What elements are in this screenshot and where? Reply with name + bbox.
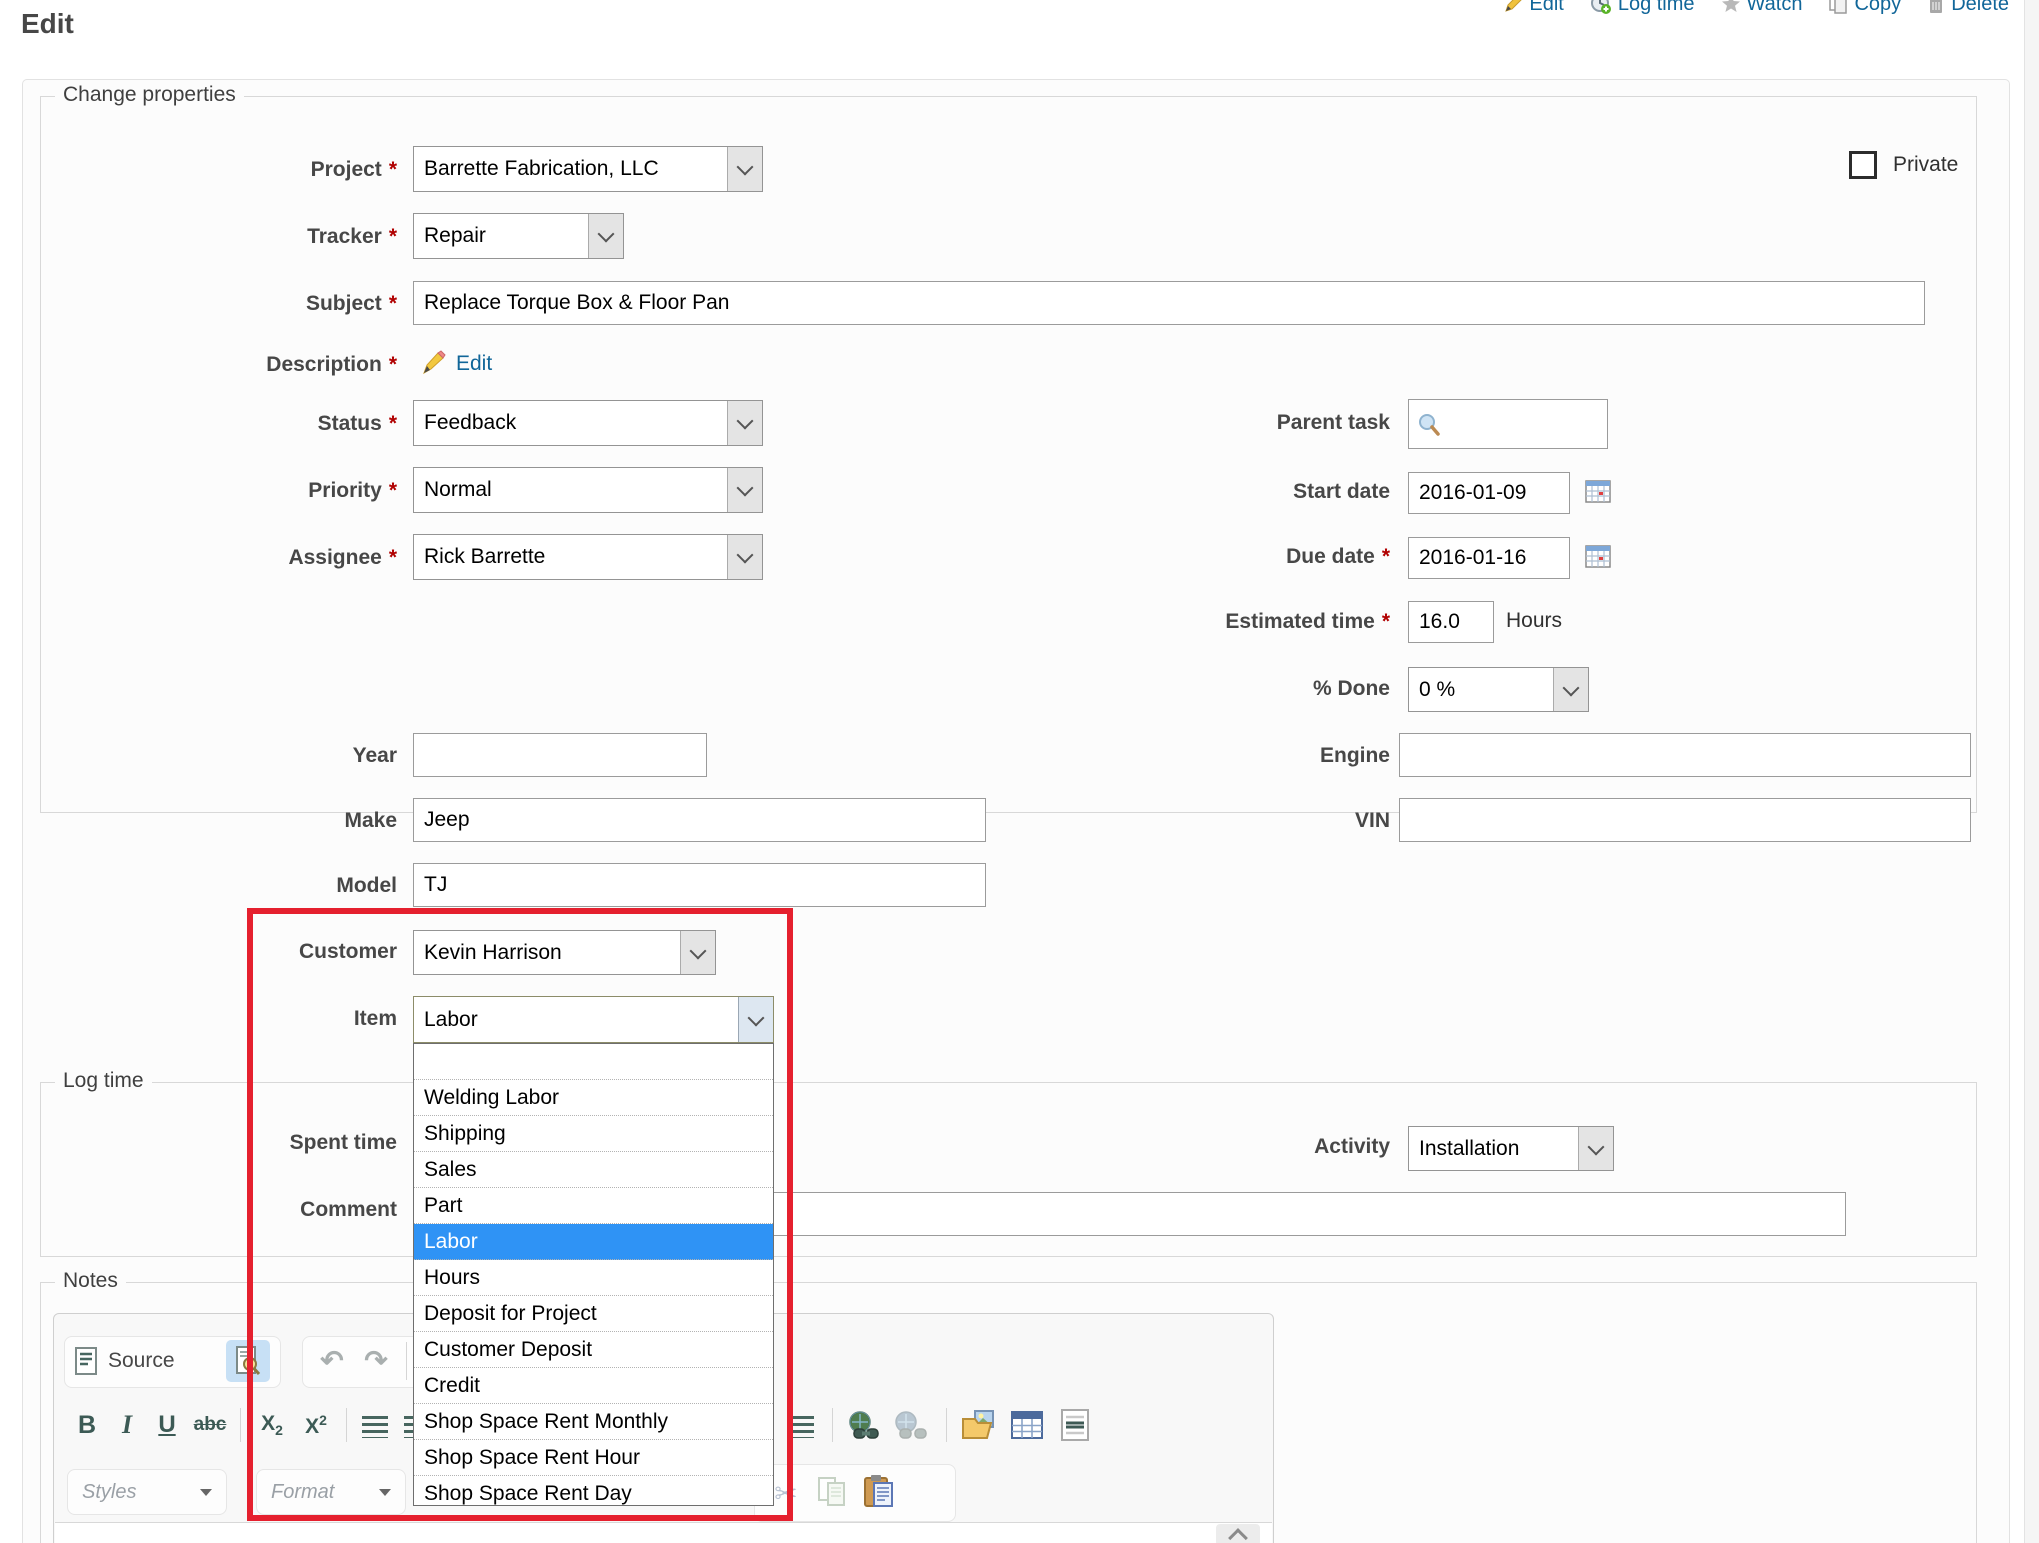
change-properties-fieldset: Change properties xyxy=(40,96,1977,813)
trash-icon xyxy=(1927,0,1945,14)
engine-label: Engine xyxy=(900,744,1390,768)
editor-content-area[interactable] xyxy=(55,1522,1272,1543)
estimated-time-suffix: Hours xyxy=(1506,609,1656,633)
magnifier-icon xyxy=(1417,413,1441,437)
table-button[interactable] xyxy=(1004,1404,1050,1446)
notes-legend: Notes xyxy=(55,1269,126,1293)
scrollbar[interactable] xyxy=(2024,0,2039,1543)
horizontal-rule-button[interactable] xyxy=(1052,1404,1098,1446)
toolbar-collapse-button[interactable] xyxy=(1216,1524,1260,1543)
copy-icon xyxy=(1828,0,1848,14)
image-icon xyxy=(961,1409,997,1441)
source-icon xyxy=(74,1347,98,1375)
priority-select[interactable]: Normal xyxy=(413,467,763,513)
paste-icon xyxy=(863,1474,895,1508)
parent-task-label: Parent task xyxy=(900,411,1390,435)
vin-input[interactable] xyxy=(1399,798,1971,842)
underline-icon: U xyxy=(158,1411,175,1439)
project-label: Project* xyxy=(100,158,397,182)
link-button[interactable] xyxy=(844,1406,888,1446)
subject-input[interactable]: Replace Torque Box & Floor Pan xyxy=(413,281,1925,325)
engine-input[interactable] xyxy=(1399,733,1971,777)
assignee-select[interactable]: Rick Barrette xyxy=(413,534,763,580)
star-icon xyxy=(1721,0,1741,14)
clock-plus-icon xyxy=(1590,0,1612,15)
pencil-icon xyxy=(420,350,446,376)
assignee-label: Assignee* xyxy=(100,546,397,570)
page-title: Edit xyxy=(21,8,74,40)
estimated-time-label: Estimated time* xyxy=(900,610,1390,634)
copy-icon xyxy=(817,1476,847,1508)
description-label: Description* xyxy=(100,353,397,377)
unlink-button[interactable] xyxy=(890,1406,934,1446)
description-edit-link[interactable]: Edit xyxy=(456,352,492,376)
percent-done-label: % Done xyxy=(900,677,1390,701)
change-properties-legend: Change properties xyxy=(55,83,244,107)
strikethrough-icon: abc xyxy=(194,1414,227,1436)
link-icon xyxy=(848,1411,884,1441)
due-date-label: Due date* xyxy=(900,545,1390,569)
unlink-icon xyxy=(894,1411,930,1441)
calendar-icon[interactable] xyxy=(1585,479,1611,503)
styles-dropdown[interactable]: Styles xyxy=(67,1469,227,1515)
chevron-down-icon xyxy=(200,1489,212,1496)
chevron-down-icon xyxy=(727,468,762,512)
start-date-label: Start date xyxy=(900,480,1390,504)
calendar-icon[interactable] xyxy=(1585,544,1611,568)
table-icon xyxy=(1010,1410,1044,1440)
annotation-rectangle xyxy=(247,908,793,1521)
parent-task-input[interactable] xyxy=(1408,399,1608,449)
chevron-up-icon xyxy=(1228,1528,1248,1543)
italic-icon: I xyxy=(122,1410,132,1440)
chevron-down-icon xyxy=(727,401,762,445)
project-select[interactable]: Barrette Fabrication, LLC xyxy=(413,146,763,192)
underline-button[interactable]: U xyxy=(148,1404,186,1446)
model-label: Model xyxy=(100,874,397,898)
italic-button[interactable]: I xyxy=(108,1404,146,1446)
private-checkbox[interactable] xyxy=(1849,151,1877,179)
tracker-select[interactable]: Repair xyxy=(413,213,624,259)
due-date-input[interactable]: 2016-01-16 xyxy=(1408,537,1570,579)
horizontal-rule-icon xyxy=(1060,1409,1090,1441)
bold-icon: B xyxy=(78,1411,96,1440)
chevron-down-icon xyxy=(1578,1127,1613,1170)
year-input[interactable] xyxy=(413,733,707,777)
subject-label: Subject* xyxy=(100,292,397,316)
paste-button[interactable] xyxy=(856,1470,902,1512)
priority-label: Priority* xyxy=(100,479,397,503)
chevron-down-icon xyxy=(727,535,762,579)
tracker-label: Tracker* xyxy=(100,225,397,249)
strikethrough-button[interactable]: abc xyxy=(188,1404,232,1446)
status-label: Status* xyxy=(100,412,397,436)
year-label: Year xyxy=(100,744,397,768)
estimated-time-input[interactable]: 16.0 xyxy=(1408,601,1494,643)
context-edit-link[interactable]: Edit xyxy=(1503,0,1563,18)
log-time-legend: Log time xyxy=(55,1069,152,1093)
chevron-down-icon xyxy=(588,214,623,258)
context-copy-link[interactable]: Copy xyxy=(1828,0,1901,18)
status-select[interactable]: Feedback xyxy=(413,400,763,446)
bold-button[interactable]: B xyxy=(68,1404,106,1446)
chevron-down-icon xyxy=(727,147,762,191)
private-label: Private xyxy=(1893,153,2039,177)
activity-label: Activity xyxy=(900,1135,1390,1159)
chevron-down-icon xyxy=(1553,668,1588,711)
model-input[interactable]: TJ xyxy=(413,863,986,907)
copy-button[interactable] xyxy=(810,1472,854,1512)
context-log-time-link[interactable]: Log time xyxy=(1590,0,1695,18)
context-menu: Edit Log time Watch Copy Delete xyxy=(1503,0,2009,18)
start-date-input[interactable]: 2016-01-09 xyxy=(1408,472,1570,514)
issue-edit-page: Edit Log time Watch Copy Delete Edit Cha… xyxy=(0,0,2039,1543)
context-watch-link[interactable]: Watch xyxy=(1721,0,1803,18)
percent-done-select[interactable]: 0 % xyxy=(1408,667,1589,712)
image-button[interactable] xyxy=(956,1404,1002,1446)
make-label: Make xyxy=(100,809,397,833)
activity-select[interactable]: Installation xyxy=(1408,1126,1614,1171)
source-button[interactable]: Source xyxy=(74,1342,224,1380)
context-delete-link[interactable]: Delete xyxy=(1927,0,2009,18)
pencil-icon xyxy=(1503,0,1523,14)
vin-label: VIN xyxy=(900,809,1390,833)
